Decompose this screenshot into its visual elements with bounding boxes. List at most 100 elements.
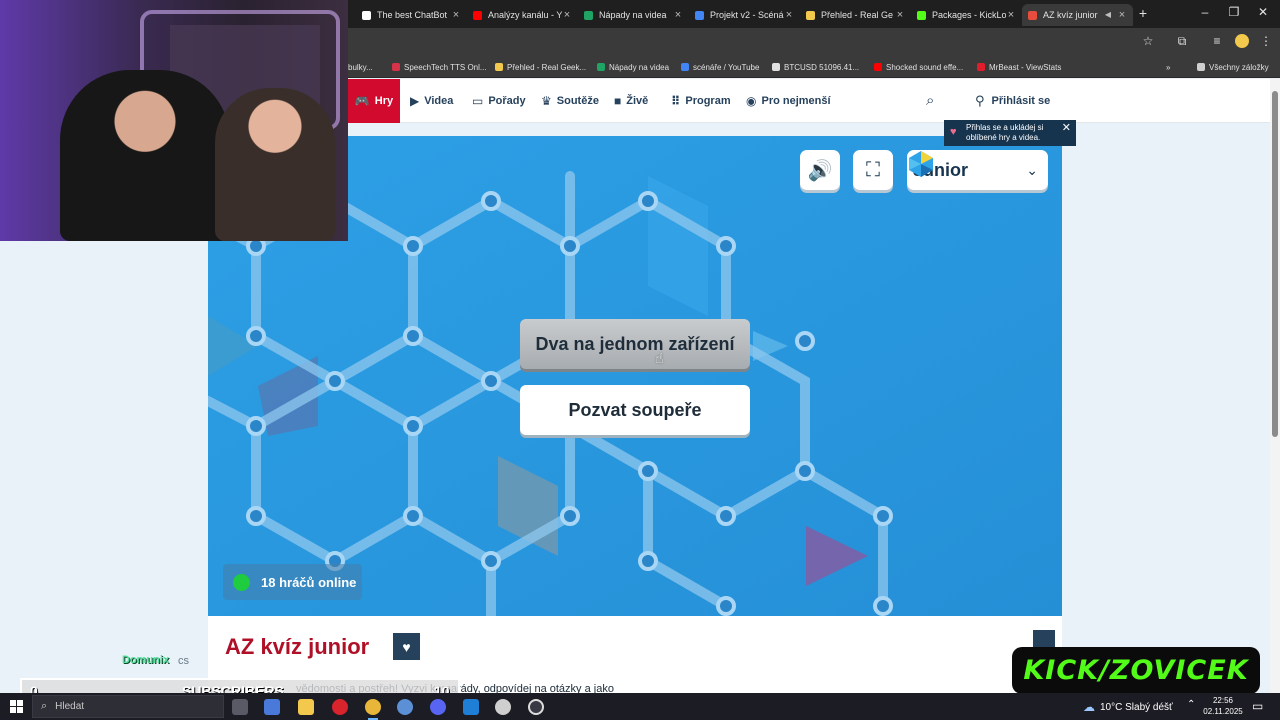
system-clock[interactable]: 22:56 02.11.2025: [1200, 695, 1246, 717]
close-icon[interactable]: ×: [895, 10, 905, 21]
menu-dots-icon[interactable]: ⋮: [1259, 34, 1273, 48]
notification-icon[interactable]: ▭: [1252, 699, 1263, 713]
nav-item-zive[interactable]: ■ Živě: [614, 79, 648, 123]
bookmark-item[interactable]: Shocked sound effe...: [874, 60, 963, 74]
chrome-icon[interactable]: [365, 699, 381, 720]
tab-title: The best ChatBot: [377, 10, 448, 20]
maximize-button[interactable]: ❐: [1227, 5, 1241, 19]
two-players-one-device-button[interactable]: Dva na jednom zařízení: [520, 319, 750, 369]
taskbar-search[interactable]: ⌕ Hledat: [32, 695, 224, 718]
bookmark-label: scénáře / YouTube: [693, 62, 760, 72]
invite-opponent-button[interactable]: Pozvat soupeře: [520, 385, 750, 435]
tab-chatbot[interactable]: The best ChatBot ×: [356, 4, 467, 26]
chevron-down-icon: ⌄: [1026, 161, 1038, 178]
alert-suffix: cs: [178, 655, 189, 667]
nav-item-hry[interactable]: 🎮 Hry: [348, 79, 400, 123]
close-window-button[interactable]: ✕: [1256, 5, 1270, 19]
bookmark-item[interactable]: BTCUSD 51096.41...: [772, 60, 859, 74]
tab-analyzy[interactable]: Analýzy kanálu - Y ×: [467, 4, 578, 26]
file-explorer-icon[interactable]: [298, 699, 314, 715]
tab-projekt[interactable]: Projekt v2 - Scéná ×: [689, 4, 800, 26]
bookmark-item[interactable]: Přehled - Real Geek...: [495, 60, 586, 74]
bookmark-item[interactable]: bulky...: [348, 60, 373, 74]
realgeek-favicon-icon: [806, 10, 815, 20]
fullscreen-button[interactable]: ⛶: [853, 150, 893, 190]
close-icon[interactable]: ×: [1117, 10, 1127, 21]
close-icon[interactable]: ×: [784, 10, 794, 21]
tab-az-kviz[interactable]: AZ kvíz junior ◀ ×: [1022, 4, 1133, 26]
hexagon-level-icon: [909, 151, 933, 177]
close-icon[interactable]: ×: [673, 10, 683, 21]
app-icon[interactable]: [397, 699, 413, 715]
discord-icon[interactable]: [430, 699, 446, 715]
sound-button[interactable]: 🔊: [800, 150, 840, 190]
tab-napady[interactable]: Nápady na videa ×: [578, 4, 689, 26]
login-button[interactable]: ⚲ Přihlásit se: [975, 79, 1050, 123]
level-select[interactable]: Junior ⌄: [907, 150, 1048, 190]
tradingview-icon: [772, 63, 780, 71]
nav-item-videa[interactable]: ▶ Videa: [410, 79, 453, 123]
all-bookmarks[interactable]: Všechny záložky: [1197, 60, 1269, 74]
search-icon: ⌕: [41, 700, 48, 712]
trophy-icon: ♛: [541, 94, 552, 108]
bookmarks-overflow-icon[interactable]: »: [1166, 60, 1170, 74]
clock-date: 02.11.2025: [1203, 707, 1243, 716]
nav-item-program[interactable]: ⠿ Program: [671, 79, 731, 123]
tab-packages[interactable]: Packages - KickLo ×: [911, 4, 1022, 26]
folder-icon: [1197, 63, 1205, 71]
search-icon[interactable]: ⌕: [926, 92, 934, 109]
streamer-figure: [60, 70, 230, 241]
minimize-button[interactable]: –: [1198, 5, 1212, 19]
close-icon[interactable]: ✕: [1062, 123, 1071, 134]
gamepad-icon: 🎮: [354, 94, 370, 108]
clock-time: 22:56: [1212, 696, 1234, 705]
nav-label: Program: [685, 95, 731, 107]
youtube-icon: [874, 63, 882, 71]
nav-item-pro-nejmensi[interactable]: ◉ Pro nejmenší: [746, 79, 831, 123]
windows-start-icon[interactable]: [10, 700, 23, 713]
favorite-button[interactable]: ♥: [393, 633, 420, 660]
opera-icon[interactable]: [332, 699, 348, 715]
tv-icon: ▭: [472, 94, 484, 108]
tab-prehled[interactable]: Přehled - Real Ge ×: [800, 4, 911, 26]
nav-item-porady[interactable]: ▭ Pořady: [472, 79, 526, 123]
profile-avatar[interactable]: [1235, 34, 1249, 48]
star-icon[interactable]: ☆: [1141, 34, 1155, 48]
online-count: 18 hráčů online: [261, 574, 357, 590]
bookmark-item[interactable]: scénáře / YouTube: [681, 60, 759, 74]
vegas-icon[interactable]: [463, 699, 479, 715]
page-scrollbar[interactable]: [1270, 79, 1280, 693]
weather-widget[interactable]: ☁ 10°C Slabý déšť: [1083, 700, 1173, 714]
nav-item-souteze[interactable]: ♛ Soutěže: [541, 79, 599, 123]
sheets-icon: [597, 63, 605, 71]
camera-icon: ■: [614, 94, 622, 108]
tab-title: Analýzy kanálu - Y: [488, 10, 562, 20]
speaker-icon[interactable]: ◀: [1103, 10, 1113, 20]
nav-label: Pro nejmenší: [761, 95, 831, 107]
chatbot-favicon-icon: [362, 10, 371, 20]
close-icon[interactable]: ×: [1006, 10, 1016, 21]
ct-favicon-icon: [1028, 10, 1037, 20]
close-icon[interactable]: ×: [562, 10, 572, 21]
bookmark-label: bulky...: [348, 62, 373, 72]
scrollbar-thumb[interactable]: [1272, 91, 1278, 437]
bookmark-icon[interactable]: [1033, 630, 1055, 648]
calculator-icon[interactable]: [264, 699, 280, 715]
youtube-favicon-icon: [473, 10, 482, 20]
bookmark-item[interactable]: MrBeast - ViewStats: [977, 60, 1061, 74]
grid-icon: ⠿: [671, 94, 681, 108]
tray-chevron-up-icon[interactable]: ⌃: [1187, 699, 1195, 710]
windows-taskbar: ⌕ Hledat ☁ 10°C Slabý déšť ⌃ 22:56 02.11…: [0, 693, 1280, 720]
media-icon[interactable]: ≡: [1210, 34, 1224, 48]
new-tab-button[interactable]: +: [1136, 5, 1150, 21]
task-view-icon[interactable]: [232, 699, 248, 715]
extensions-icon[interactable]: ⧉: [1175, 34, 1189, 48]
bookmark-item[interactable]: SpeechTech TTS Onl...: [392, 60, 487, 74]
fullscreen-icon: ⛶: [866, 158, 880, 181]
close-icon[interactable]: ×: [451, 10, 461, 21]
docs-icon: [681, 63, 689, 71]
obs-icon[interactable]: [495, 699, 511, 715]
bookmark-item[interactable]: Nápady na videa: [597, 60, 669, 74]
viewstats-icon: [977, 63, 985, 71]
app2-icon[interactable]: [528, 699, 544, 715]
